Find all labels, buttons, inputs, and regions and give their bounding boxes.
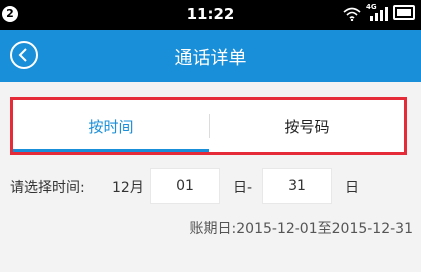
- day-suffix-label: 日: [345, 180, 359, 196]
- start-day-input[interactable]: [150, 168, 220, 204]
- date-prompt-label: 请选择时间:: [10, 180, 85, 196]
- tab-bar: 按时间 按号码: [10, 97, 407, 155]
- signal-icon: 4G: [366, 3, 388, 21]
- tab-by-number[interactable]: 按号码: [210, 100, 404, 152]
- month-label: 12月: [112, 180, 144, 196]
- end-day-input[interactable]: [262, 168, 332, 204]
- status-icons: 4G: [343, 3, 415, 21]
- tab-by-time[interactable]: 按时间: [13, 100, 209, 152]
- date-filter-row: 请选择时间: 12月 日- 日: [0, 168, 421, 204]
- wifi-icon: [343, 7, 361, 21]
- page-title: 通话详单: [174, 48, 247, 69]
- status-bar: 2 11:22 4G: [0, 0, 421, 30]
- day-separator-label: 日-: [233, 180, 253, 196]
- billing-period-text: 账期日:2015-12-01至2015-12-31: [189, 221, 413, 237]
- battery-icon: [393, 5, 415, 20]
- header-bar: 通话详单: [0, 30, 421, 82]
